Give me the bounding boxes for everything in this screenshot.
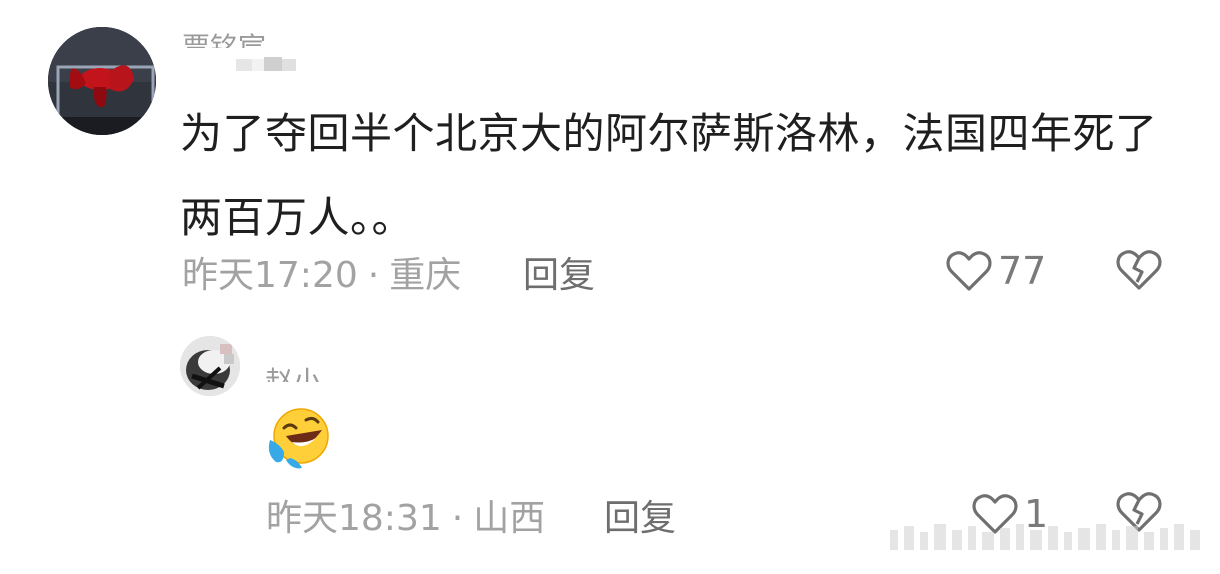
comment-time: 昨天17:20 [182,255,358,296]
broken-heart-icon [1116,250,1162,290]
reply-avatar[interactable] [180,336,240,396]
dislike-button[interactable] [1115,248,1163,296]
reply-username[interactable]: 赵小 [265,360,321,382]
meta-separator: · [367,255,380,296]
rolling-laughing-emoji-icon [268,408,329,469]
reply-avatar-image [180,336,240,396]
like-count: 77 [998,249,1047,293]
meta-separator: · [451,498,464,539]
heart-outline-icon [946,251,992,291]
like-button[interactable]: 77 [946,246,1046,296]
avatar-betta-fish-image [48,27,156,135]
laughing-crying-emoji [266,406,332,472]
username-mosaic [236,56,308,71]
reply-meta: 昨天18:31 · 山西 [266,489,545,541]
reply-time: 昨天18:31 [266,498,442,539]
reply-button[interactable]: 回复 [523,246,595,298]
comment-location: 重庆 [389,255,462,296]
watermark [890,520,1202,556]
avatar[interactable] [48,27,156,135]
watermark-pattern-icon [890,524,1200,550]
reply-to-reply-button[interactable]: 回复 [604,489,676,541]
comment-username[interactable]: 贾铭宸 [182,26,266,48]
comment-text: 为了夺回半个北京大的阿尔萨斯洛林，法国四年死了两百万人。。 [180,109,1158,242]
comment-meta: 昨天17:20 · 重庆 [182,246,461,298]
reply-location: 山西 [473,498,546,539]
